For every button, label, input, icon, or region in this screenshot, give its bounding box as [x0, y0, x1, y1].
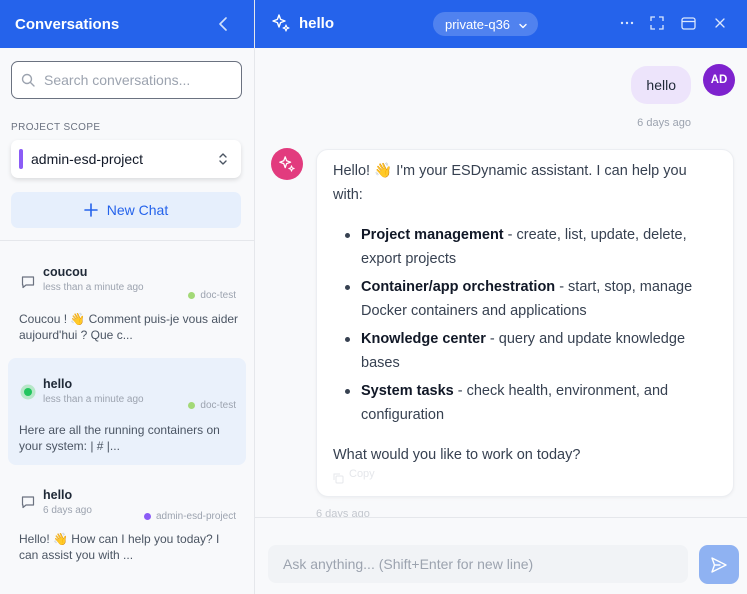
- project-scope-value: admin-esd-project: [31, 151, 144, 167]
- copy-icon: [333, 469, 344, 483]
- model-name: private-q36: [445, 16, 511, 32]
- project-scope-label: PROJECT SCOPE: [11, 122, 101, 133]
- search-input[interactable]: [44, 72, 234, 88]
- tag-dot: [188, 292, 196, 299]
- close-icon[interactable]: [711, 14, 729, 32]
- conversation-item[interactable]: coucou less than a minute ago doc-test C…: [8, 252, 246, 352]
- conversation-tag-label: doc-test: [200, 290, 236, 301]
- conversation-preview: Coucou ! 👋 Comment puis-je vous aider au…: [19, 312, 239, 342]
- search-box: [11, 61, 242, 99]
- user-message: hello: [631, 66, 691, 104]
- conversation-preview: Here are all the running containers on y…: [19, 423, 220, 453]
- tag-dot: [143, 513, 151, 520]
- conversation-tag-label: admin-esd-project: [155, 511, 236, 522]
- chat-header: hello private-q36: [255, 0, 747, 48]
- avatar: AD: [703, 64, 735, 96]
- sparkle-icon: [279, 156, 295, 172]
- conversation-project-tag: doc-test: [188, 400, 236, 411]
- conversation-tag-label: doc-test: [200, 400, 236, 411]
- expand-icon[interactable]: [648, 14, 666, 32]
- scope-color-bar: [19, 149, 23, 169]
- collapse-sidebar-icon[interactable]: [214, 14, 234, 34]
- user-message-time: 6 days ago: [637, 117, 691, 129]
- chat-bubble-icon: [20, 274, 36, 290]
- conversation-time: 6 days ago: [43, 505, 92, 516]
- model-select[interactable]: private-q36: [433, 12, 539, 36]
- assistant-intro: Hello! 👋 I'm your ESDynamic assistant. I…: [333, 163, 687, 203]
- capability-title: Project management: [361, 227, 504, 243]
- conversation-item-active[interactable]: hello less than a minute ago doc-test He…: [8, 358, 246, 465]
- capability-item: System tasks - check health, environment…: [333, 379, 717, 427]
- chat-title: hello: [299, 15, 335, 32]
- conversation-preview: Hello! 👋 How can I help you today? I can…: [19, 532, 220, 562]
- capability-title: System tasks: [361, 383, 454, 399]
- sidebar-header: Conversations: [0, 0, 254, 48]
- chat-panel: hello private-q36 hello AD 6 days ago He…: [255, 0, 747, 594]
- capability-list: Project management - create, list, updat…: [333, 223, 717, 427]
- assistant-outro: What would you like to work on today?: [333, 447, 581, 463]
- capability-item: Knowledge center - query and update know…: [333, 327, 717, 375]
- capability-item: Project management - create, list, updat…: [333, 223, 717, 271]
- chat-input[interactable]: [268, 545, 688, 583]
- conversation-item[interactable]: hello 6 days ago admin-esd-project Hello…: [8, 469, 246, 569]
- copy-button[interactable]: Copy: [333, 462, 375, 486]
- conversation-project-tag: admin-esd-project: [143, 511, 236, 522]
- conversation-title: hello: [43, 377, 73, 391]
- sparkle-icon: [271, 13, 291, 33]
- conversation-title: hello: [43, 488, 73, 502]
- conversations-sidebar: Conversations PROJECT SCOPE admin-esd-pr…: [0, 0, 255, 594]
- send-button[interactable]: [699, 545, 739, 584]
- sidebar-title: Conversations: [15, 15, 120, 33]
- composer: [255, 518, 747, 594]
- capability-title: Container/app orchestration: [361, 279, 556, 295]
- chevron-down-icon: [518, 19, 528, 29]
- more-icon[interactable]: [618, 14, 636, 32]
- chat-bubble-icon: [20, 494, 36, 510]
- capability-title: Knowledge center: [361, 331, 486, 347]
- plus-icon: [83, 203, 98, 217]
- conversation-title: coucou: [43, 265, 88, 279]
- capability-item: Container/app orchestration - start, sto…: [333, 275, 717, 323]
- new-chat-label: New Chat: [106, 202, 169, 218]
- search-icon: [20, 72, 36, 88]
- conversation-list: coucou less than a minute ago doc-test C…: [0, 252, 254, 569]
- conversation-time: less than a minute ago: [43, 282, 144, 293]
- active-dot-icon: [20, 384, 36, 400]
- send-icon: [711, 556, 727, 573]
- conversation-time: less than a minute ago: [43, 394, 144, 405]
- assistant-avatar: [271, 148, 303, 180]
- copy-label: Copy: [349, 468, 375, 480]
- message-list: hello AD 6 days ago Hello! 👋 I'm your ES…: [255, 48, 747, 518]
- sidebar-divider: [0, 240, 254, 241]
- project-scope-select[interactable]: admin-esd-project: [11, 140, 241, 178]
- assistant-message: Hello! 👋 I'm your ESDynamic assistant. I…: [316, 149, 734, 497]
- chevron-up-down-icon: [215, 151, 231, 167]
- tag-dot: [188, 402, 196, 409]
- new-chat-button[interactable]: New Chat: [11, 192, 241, 228]
- window-icon[interactable]: [679, 14, 697, 32]
- conversation-project-tag: doc-test: [188, 290, 236, 301]
